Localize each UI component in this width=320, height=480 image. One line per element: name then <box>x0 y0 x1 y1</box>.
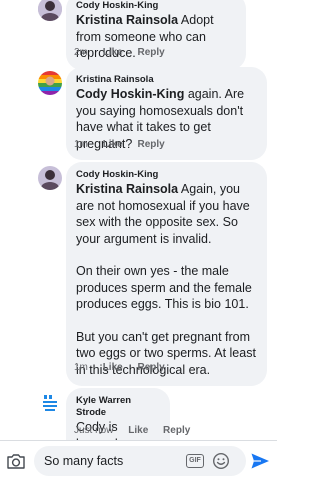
comment-time[interactable]: 1m <box>74 139 88 150</box>
comment-input-text[interactable]: So many facts <box>44 454 123 468</box>
comment-text: On their own yes - the male produces spe… <box>76 264 252 311</box>
avatar-kyle[interactable] <box>38 392 62 416</box>
comment-meta: 1m Like Reply <box>74 139 177 151</box>
comment-author[interactable]: Kyle Warren Strode <box>76 395 160 419</box>
comment-bubble: Cody Hoskin-King Kristina Rainsola Adopt… <box>66 0 246 70</box>
reply-button[interactable]: Reply <box>137 47 164 58</box>
mention[interactable]: Cody Hoskin-King <box>76 87 184 101</box>
reply-button[interactable]: Reply <box>163 425 190 436</box>
comment-text: Kristina Rainsola Again, you are not hom… <box>76 182 250 246</box>
comment-author[interactable]: Cody Hoskin-King <box>76 0 236 12</box>
avatar-kristina-image <box>38 71 62 95</box>
comment-time[interactable]: Just now <box>74 425 113 436</box>
avatar-kyle-image <box>38 392 62 416</box>
reply-button[interactable]: Reply <box>137 139 164 150</box>
comment-bubble: Cody Hoskin-King Kristina Rainsola Again… <box>66 162 267 386</box>
avatar-cody[interactable] <box>38 0 62 21</box>
camera-icon[interactable] <box>6 452 26 470</box>
avatar-kristina[interactable] <box>38 71 62 95</box>
send-icon[interactable] <box>250 452 270 470</box>
comment-meta: 1m Like Reply <box>74 362 177 374</box>
like-button[interactable]: Like <box>103 47 123 58</box>
comment-meta: Just now Like Reply <box>74 425 202 437</box>
comment-input[interactable]: So many facts GIF <box>34 446 246 476</box>
like-button[interactable]: Like <box>103 362 123 373</box>
avatar-cody[interactable] <box>38 166 62 190</box>
like-button[interactable]: Like <box>103 139 123 150</box>
comment-author[interactable]: Cody Hoskin-King <box>76 169 257 181</box>
comment-time[interactable]: 2m <box>74 47 88 58</box>
avatar-cody-image <box>38 0 62 21</box>
comment-author[interactable]: Kristina Rainsola <box>76 74 257 86</box>
mention[interactable]: Kristina Rainsola <box>76 13 178 27</box>
comment-meta: 2m Like Reply <box>74 47 177 59</box>
comment-composer: So many facts GIF <box>0 440 277 480</box>
comment-thread: Cody Hoskin-King Kristina Rainsola Adopt… <box>0 0 277 440</box>
emoji-icon[interactable] <box>212 452 230 470</box>
mention[interactable]: Kristina Rainsola <box>76 182 178 196</box>
reply-button[interactable]: Reply <box>137 362 164 373</box>
gif-icon[interactable]: GIF <box>186 454 204 468</box>
comment-time[interactable]: 1m <box>74 362 88 373</box>
like-button[interactable]: Like <box>128 425 148 436</box>
avatar-cody-image <box>38 166 62 190</box>
